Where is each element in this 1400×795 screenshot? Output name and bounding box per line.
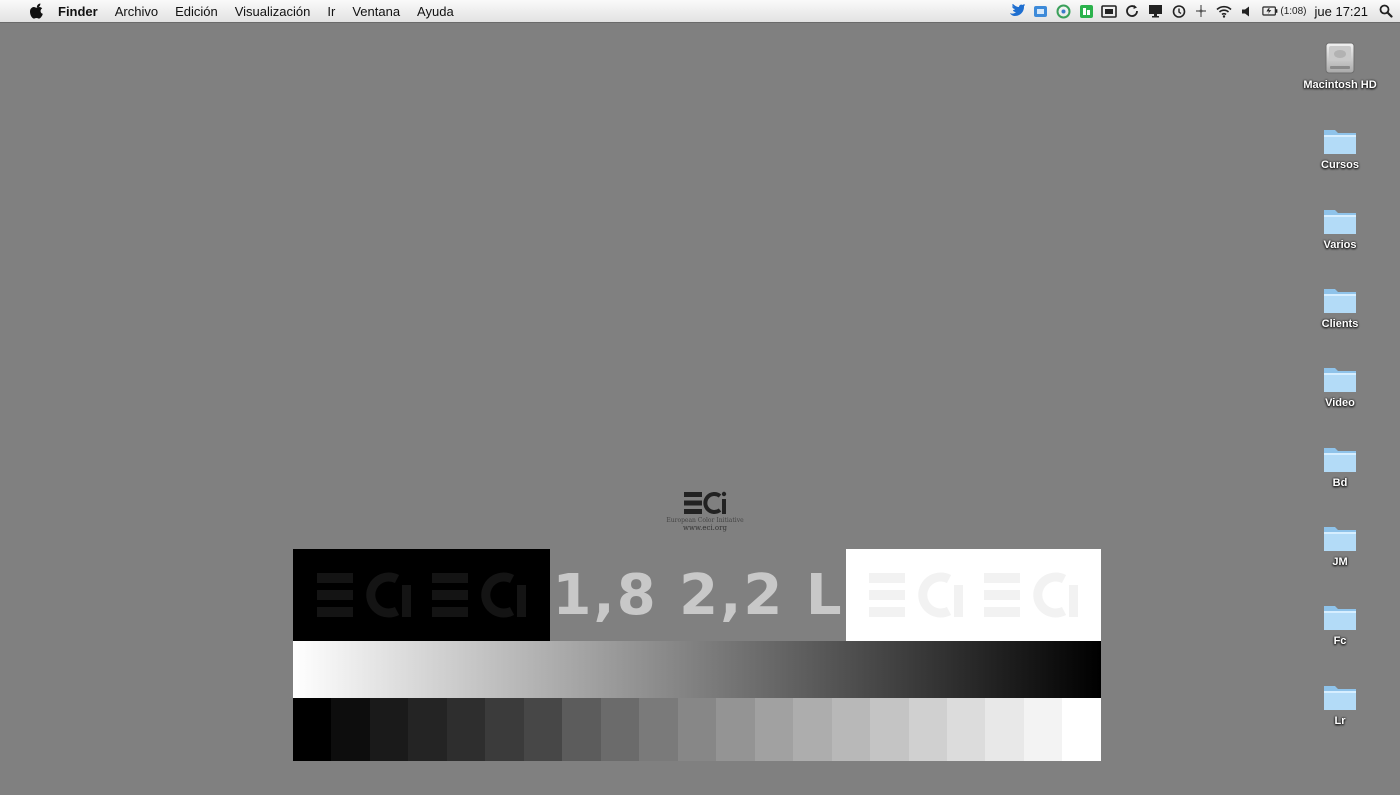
- gray-step-patch: [908, 698, 947, 761]
- black-patch: [293, 549, 550, 641]
- desktop-folder-lr[interactable]: Lr: [1290, 676, 1390, 727]
- eci-logo: European Color Initiative www.eci.org: [645, 490, 765, 532]
- eci-watermark-dark: [316, 572, 526, 618]
- desktop-icon-label: Fc: [1333, 635, 1347, 647]
- sync-icon[interactable]: [1055, 3, 1071, 19]
- gray-step-patch: [870, 698, 909, 761]
- desktop-icon-label: Lr: [1334, 715, 1346, 727]
- menu-finder[interactable]: Finder: [58, 4, 98, 19]
- gray-step-patch: [600, 698, 640, 761]
- gray-step-patch: [677, 698, 717, 761]
- desktop-icon-label: Macintosh HD: [1303, 79, 1377, 91]
- menu-ayuda[interactable]: Ayuda: [417, 4, 454, 19]
- desktop-icon-label: Clients: [1321, 318, 1359, 330]
- gray-gradient-strip: [293, 641, 1101, 698]
- folder-icon: [1322, 438, 1358, 474]
- desktop-icon-macintosh-hd[interactable]: Macintosh HD: [1290, 40, 1390, 91]
- gray-step-patch: [485, 698, 524, 761]
- gray-step-patch: [946, 698, 986, 761]
- gray-step-patch: [1062, 698, 1101, 761]
- gray-step-patch: [793, 698, 832, 761]
- wifi-icon[interactable]: [1216, 3, 1232, 19]
- eci-watermark-light: [868, 572, 1078, 618]
- gray-step-patch: [754, 698, 794, 761]
- desktop-folder-cursos[interactable]: Cursos: [1290, 120, 1390, 171]
- menu-edicion[interactable]: Edición: [175, 4, 218, 19]
- eci-url: www.eci.org: [683, 524, 727, 532]
- menu-ventana[interactable]: Ventana: [352, 4, 400, 19]
- eci-logo-mark: [684, 491, 727, 514]
- screen-capture-icon[interactable]: [1101, 3, 1118, 19]
- status-menus: (1:08) jue 17:21: [1002, 0, 1394, 22]
- gray-step-patch: [985, 698, 1024, 761]
- gray-step-patch: [369, 698, 409, 761]
- battery-icon[interactable]: [1262, 3, 1278, 19]
- desktop-icon-label: Varios: [1323, 239, 1357, 251]
- gray-step-wedge: [293, 698, 1101, 761]
- gray-step-patch: [562, 698, 601, 761]
- gray-step-patch: [639, 698, 678, 761]
- desktop-folder-bd[interactable]: Bd: [1290, 438, 1390, 489]
- bluetooth-icon[interactable]: [1193, 3, 1209, 19]
- folder-icon: [1322, 358, 1358, 394]
- twitter-bird-icon[interactable]: [1009, 3, 1026, 19]
- folder-icon: [1322, 676, 1358, 712]
- dropbox-icon[interactable]: [1032, 3, 1048, 19]
- desktop-icon-label: JM: [1332, 556, 1348, 568]
- menu-archivo[interactable]: Archivo: [115, 4, 158, 19]
- folder-icon: [1322, 200, 1358, 236]
- desktop-icon-label: Bd: [1332, 477, 1348, 489]
- desktop-folder-jm[interactable]: JM: [1290, 517, 1390, 568]
- refresh-icon[interactable]: [1124, 3, 1140, 19]
- gray-step-patch: [446, 698, 486, 761]
- evernote-icon[interactable]: [1078, 3, 1094, 19]
- display-icon[interactable]: [1147, 3, 1163, 19]
- menu-ir[interactable]: Ir: [327, 4, 335, 19]
- volume-icon[interactable]: [1239, 3, 1255, 19]
- desktop-folder-clients[interactable]: Clients: [1290, 279, 1390, 330]
- folder-icon: [1322, 596, 1358, 632]
- folder-icon: [1322, 120, 1358, 156]
- menu-visualizacion[interactable]: Visualización: [235, 4, 311, 19]
- menu-bar: Finder Archivo Edición Visualización Ir …: [0, 0, 1400, 23]
- eci-tagline: European Color Initiative: [666, 517, 744, 524]
- gray-step-patch: [1023, 698, 1063, 761]
- folder-icon: [1322, 517, 1358, 553]
- desktop-folder-fc[interactable]: Fc: [1290, 596, 1390, 647]
- menu-clock[interactable]: jue 17:21: [1315, 4, 1369, 19]
- folder-icon: [1322, 279, 1358, 315]
- gray-step-patch: [408, 698, 447, 761]
- gray-step-patch: [331, 698, 370, 761]
- gray-step-patch: [716, 698, 755, 761]
- desktop-folder-varios[interactable]: Varios: [1290, 200, 1390, 251]
- gamma-label: 1,8 2,2 L: [552, 562, 844, 628]
- time-machine-icon[interactable]: [1170, 3, 1186, 19]
- gray-step-patch: [831, 698, 871, 761]
- white-patch: [846, 549, 1101, 641]
- desktop-icon-label: Video: [1325, 397, 1355, 409]
- gamma-test-strip: 1,8 2,2 L: [293, 549, 1101, 641]
- apple-menu-icon[interactable]: [30, 3, 46, 19]
- hard-drive-icon: [1322, 40, 1358, 76]
- desktop-icon-label: Cursos: [1321, 159, 1359, 171]
- desktop-folder-video[interactable]: Video: [1290, 358, 1390, 409]
- gray-step-patch: [293, 698, 332, 761]
- battery-time: (1:08): [1280, 5, 1307, 17]
- gray-step-patch: [523, 698, 563, 761]
- spotlight-search-icon[interactable]: [1378, 3, 1394, 19]
- gray-patch: 1,8 2,2 L: [550, 549, 846, 641]
